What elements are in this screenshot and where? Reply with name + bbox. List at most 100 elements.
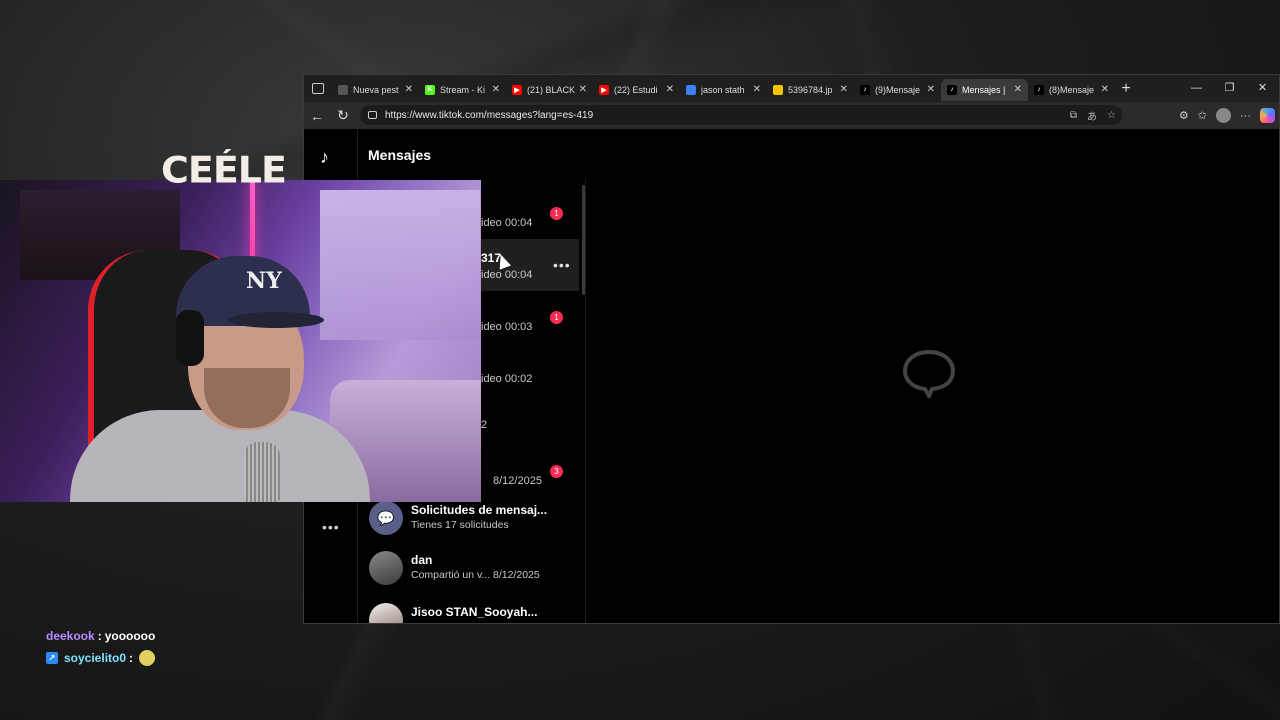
requests-icon: 💬 <box>369 501 403 535</box>
browser-tab[interactable]: ♪ (9)Mensaje ✕ <box>854 79 941 101</box>
sidebar-icon <box>312 83 324 94</box>
wall-mural <box>320 190 480 340</box>
chat-badge-icon: ↗ <box>46 652 58 664</box>
unread-badge: 3 <box>550 465 563 478</box>
tab-title: Nueva pest <box>353 84 399 95</box>
tab-title: (8)Mensaje <box>1049 84 1095 95</box>
ny-logo: NY <box>246 268 282 294</box>
cap-brim <box>228 312 324 328</box>
page-title: Mensajes <box>368 147 432 163</box>
back-button[interactable]: ← <box>304 108 330 124</box>
tiktok-icon: ♪ <box>860 84 870 95</box>
address-bar[interactable]: https://www.tiktok.com/messages?lang=es-… <box>360 105 1122 125</box>
image-icon <box>773 84 783 95</box>
site-info-icon[interactable] <box>368 111 377 119</box>
close-tab-icon[interactable]: ✕ <box>1014 84 1022 95</box>
loading-chat-icon <box>902 349 956 398</box>
chat-username: soycielito0 <box>64 651 127 665</box>
youtube-icon: ▶ <box>512 84 522 95</box>
close-window-button[interactable]: ✕ <box>1246 75 1279 102</box>
streamer-logo: CEÉLE <box>161 149 287 191</box>
close-tab-icon[interactable]: ✕ <box>405 84 413 95</box>
tab-title: (9)Mensaje <box>875 84 921 95</box>
close-tab-icon[interactable]: ✕ <box>579 84 587 95</box>
close-tab-icon[interactable]: ✕ <box>492 84 500 95</box>
browser-tab[interactable]: ▶ (22) Estudi ✕ <box>593 79 680 101</box>
unread-badge: 1 <box>550 207 563 220</box>
tab-title: (21) BLACK <box>527 84 575 95</box>
close-tab-icon[interactable]: ✕ <box>840 84 848 95</box>
conversation-options-button[interactable]: ••• <box>553 257 571 273</box>
chat-separator: : <box>97 629 102 643</box>
copilot-icon[interactable] <box>1260 108 1275 123</box>
new-tab-button[interactable]: + <box>1115 80 1137 98</box>
favorite-star-icon[interactable]: ☆ <box>1107 110 1116 121</box>
url-actions: ⧉ あ ☆ <box>1070 105 1116 125</box>
tab-title: jason stath <box>701 84 745 95</box>
rail-more-button[interactable]: ••• <box>322 519 340 535</box>
browser-tab[interactable]: ♪ Mensajes | ✕ <box>941 78 1028 101</box>
chat-separator: : <box>129 651 134 665</box>
conversation-preview: Tienes 17 solicitudes <box>411 519 509 531</box>
arrow-left-icon: ← <box>310 107 324 124</box>
tab-title: (22) Estudi <box>614 84 658 95</box>
conversation-preview: ideo 00:02 <box>481 373 533 385</box>
tiktok-logo-icon[interactable]: ♪ <box>320 147 329 168</box>
browser-tab[interactable]: ▶ (21) BLACK ✕ <box>506 79 593 101</box>
browser-tab[interactable]: jason stath ✕ <box>680 79 767 101</box>
extensions-icon[interactable]: ⚙ <box>1179 109 1189 122</box>
tab-bar: Nueva pest ✕ K Stream - Ki ✕ ▶ (21) BLACK ✕ ▶ (22… <box>304 75 1279 102</box>
conversation-preview: ideo 00:03 <box>481 321 533 333</box>
sidebar-toggle-button[interactable] <box>304 75 332 102</box>
tiktok-icon: ♪ <box>1034 84 1044 95</box>
conversation-preview: ideo 00:04 <box>481 217 533 229</box>
browser-tab[interactable]: Nueva pest ✕ <box>332 79 419 101</box>
scrollbar[interactable] <box>582 185 585 295</box>
url-text[interactable]: https://www.tiktok.com/messages?lang=es-… <box>385 110 593 121</box>
close-tab-icon[interactable]: ✕ <box>753 84 761 95</box>
chat-username: deekook <box>46 629 95 643</box>
conversation-preview: 8/12/2025 <box>493 475 542 487</box>
tab-title: Stream - Ki <box>440 84 486 95</box>
stream-chat: deekook : yoooooo ↗ soycielito0 : <box>46 625 155 669</box>
browser-tab[interactable]: ♪ (8)Mensaje ✕ <box>1028 79 1115 101</box>
translate-icon[interactable]: あ <box>1087 108 1097 123</box>
address-bar-row: ← ↻ https://www.tiktok.com/messages?lang… <box>304 102 1279 129</box>
more-menu-icon[interactable]: ··· <box>1240 110 1251 122</box>
page-icon <box>338 84 348 95</box>
conversation-preview: Compartió un v... <box>411 569 491 581</box>
conversation-time: 8/12/2025 <box>493 569 540 581</box>
tab-title: Mensajes | <box>962 84 1006 95</box>
unread-badge: 1 <box>550 311 563 324</box>
close-tab-icon[interactable]: ✕ <box>1101 84 1109 95</box>
chat-text: yoooooo <box>104 629 156 643</box>
minimize-button[interactable]: — <box>1180 75 1213 102</box>
conversation-row[interactable]: Jisoo STAN_Sooyah... <box>357 597 585 623</box>
conversation-name: Solicitudes de mensaj... <box>411 503 548 517</box>
conversation-name: dan <box>411 553 433 567</box>
headset <box>176 310 204 366</box>
close-tab-icon[interactable]: ✕ <box>927 84 935 95</box>
browser-tab[interactable]: K Stream - Ki ✕ <box>419 79 506 101</box>
open-in-app-icon[interactable]: ⧉ <box>1070 110 1077 121</box>
tab-title: 5396784.jp <box>788 84 833 95</box>
tab-strip: Nueva pest ✕ K Stream - Ki ✕ ▶ (21) BLACK ✕ ▶ (22… <box>332 77 1115 101</box>
conversation-preview: ideo 00:04 <box>481 269 533 281</box>
search-icon <box>686 84 696 95</box>
favorites-icon[interactable]: ✩ <box>1198 109 1207 122</box>
browser-tab[interactable]: 5396784.jp ✕ <box>767 79 854 101</box>
emote-icon <box>139 650 156 666</box>
maximize-button[interactable]: ❐ <box>1213 75 1246 102</box>
reload-button[interactable]: ↻ <box>330 107 356 124</box>
avatar <box>369 551 403 585</box>
chat-message: deekook : yoooooo <box>46 625 155 647</box>
toolbar-icons: ⚙ ✩ ··· <box>1179 102 1275 129</box>
profile-avatar[interactable] <box>1216 108 1231 123</box>
avatar <box>369 603 403 623</box>
message-requests-row[interactable]: 💬 Solicitudes de mensaj... Tienes 17 solic… <box>357 495 585 545</box>
conversation-row[interactable]: dan Compartió un v... 8/12/2025 <box>357 545 585 595</box>
youtube-icon: ▶ <box>599 84 609 95</box>
close-tab-icon[interactable]: ✕ <box>666 84 674 95</box>
reload-icon: ↻ <box>337 107 349 123</box>
webcam-feed: NY <box>0 180 481 502</box>
